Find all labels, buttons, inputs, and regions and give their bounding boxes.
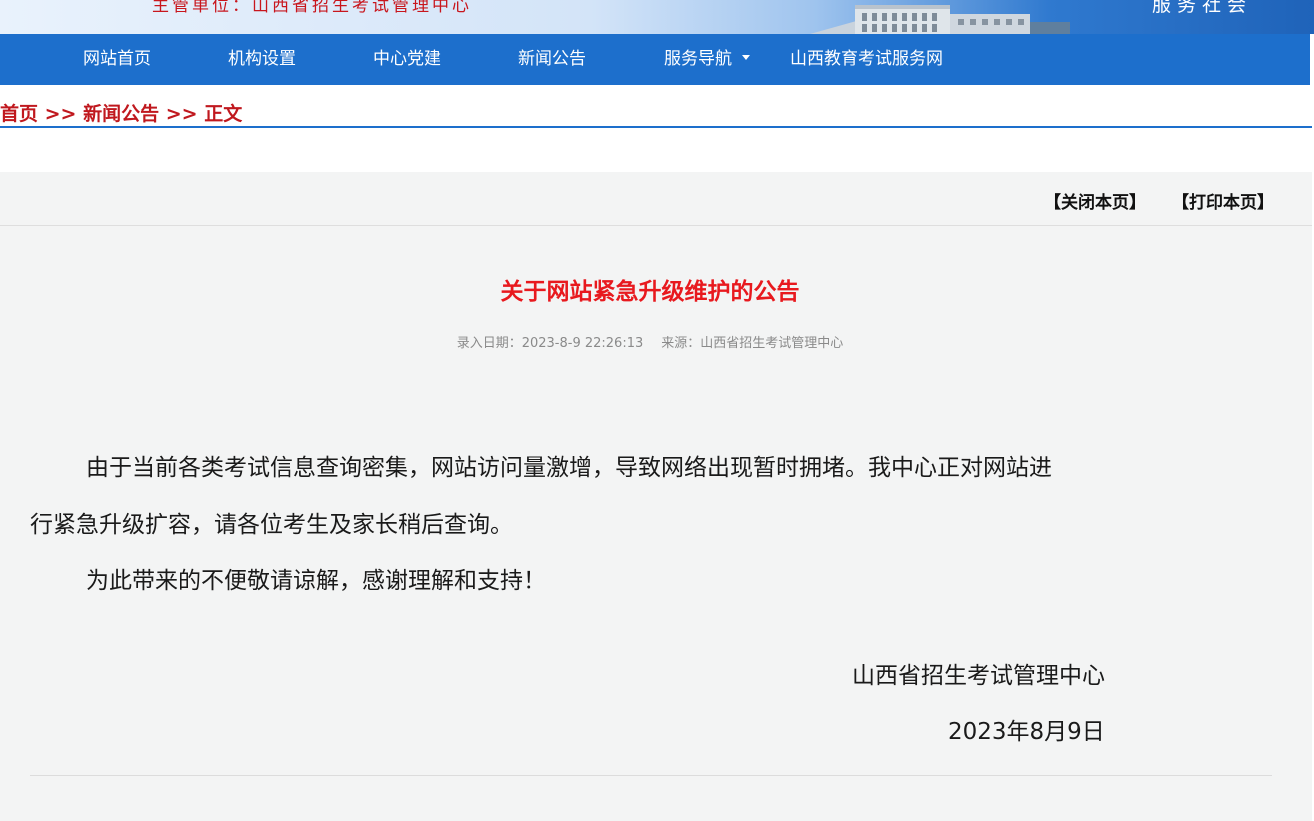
- breadcrumb-section-link[interactable]: 新闻公告: [83, 103, 159, 125]
- article-bottom-divider: [30, 775, 1272, 776]
- article-toolbar: 【关闭本页】 【打印本页】: [0, 172, 1312, 226]
- banner-sponsor-text: 主管单位：山西省招生考试管理中心: [152, 0, 472, 16]
- breadcrumb-home-link[interactable]: 首页: [0, 103, 38, 125]
- publish-date: 2023-8-9 22:26:13: [521, 336, 644, 351]
- breadcrumb-separator: >>: [44, 103, 77, 125]
- article-title: 关于网站紧急升级维护的公告: [500, 279, 800, 305]
- article-paragraph-line: 行紧急升级扩容，请各位考生及家长稍后查询。: [30, 512, 513, 538]
- article-source: 山西省招生考试管理中心: [700, 336, 844, 351]
- nav-item-organization[interactable]: 机构设置: [228, 34, 296, 85]
- building-image: [810, 5, 1070, 34]
- breadcrumb-current: 正文: [204, 103, 243, 125]
- article-paragraph: 为此带来的不便敬请谅解，感谢理解和支持！: [86, 568, 546, 594]
- signature-organization: 山西省招生考试管理中心: [852, 663, 1105, 689]
- close-page-button[interactable]: 【关闭本页】: [1044, 188, 1146, 213]
- nav-item-home[interactable]: 网站首页: [83, 34, 151, 85]
- nav-item-news[interactable]: 新闻公告: [518, 34, 586, 85]
- breadcrumb-separator: >>: [165, 103, 198, 125]
- breadcrumb-divider: [0, 126, 1312, 128]
- nav-item-service-nav-label: 服务导航: [664, 49, 732, 69]
- caret-down-icon: [742, 54, 750, 60]
- nav-item-exam-service-site[interactable]: 山西教育考试服务网: [790, 34, 943, 85]
- nav-item-party-building[interactable]: 中心党建: [373, 34, 441, 85]
- print-page-button[interactable]: 【打印本页】: [1172, 188, 1274, 213]
- nav-item-service-nav[interactable]: 服务导航: [664, 34, 750, 85]
- article-panel: 【关闭本页】 【打印本页】 关于网站紧急升级维护的公告 录入日期：2023-8-…: [0, 172, 1312, 821]
- date-label: 录入日期：: [456, 336, 522, 351]
- signature-date: 2023年8月9日: [948, 719, 1105, 745]
- site-banner: 主管单位：山西省招生考试管理中心 服务社会: [0, 0, 1314, 34]
- article-paragraph-line: 由于当前各类考试信息查询密集，网站访问量激增，导致网络出现暂时拥堵。我中心正对网…: [86, 455, 1052, 481]
- breadcrumb: 首页 >> 新闻公告 >> 正文: [0, 101, 242, 127]
- article-meta: 录入日期：2023-8-9 22:26:13 来源：山西省招生考试管理中心: [0, 332, 1300, 351]
- main-nav: 网站首页 机构设置 中心党建 新闻公告 服务导航 山西教育考试服务网: [0, 34, 1310, 85]
- banner-motto-text: 服务社会: [1152, 0, 1253, 16]
- source-label: 来源：: [661, 336, 701, 351]
